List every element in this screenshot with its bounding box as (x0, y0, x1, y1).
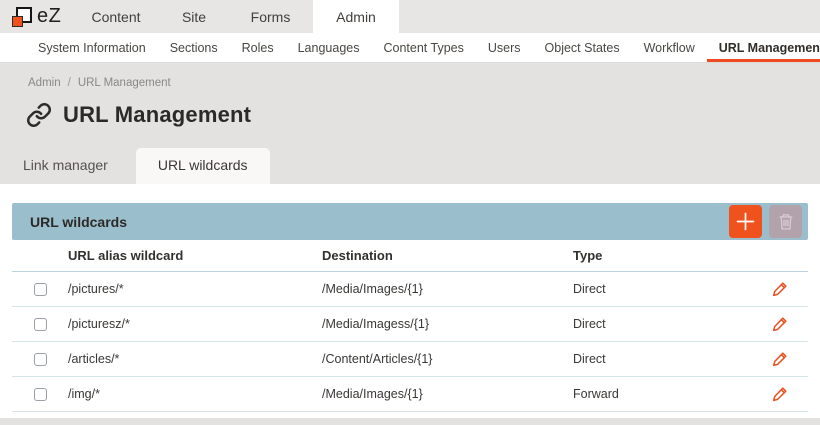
pencil-icon (772, 386, 788, 402)
cell-destination: /Media/Imagess/{1} (322, 317, 573, 331)
cell-wildcard: /picturesz/* (68, 317, 322, 331)
top-nav-site[interactable]: Site (160, 0, 228, 33)
cell-wildcard: /img/* (68, 387, 322, 401)
header-url-alias-wildcard: URL alias wildcard (68, 248, 322, 263)
cell-type: Direct (573, 352, 752, 366)
edit-wildcard-button[interactable] (772, 351, 788, 367)
cell-wildcard: /articles/* (68, 352, 322, 366)
table-header-row: URL alias wildcard Destination Type (12, 240, 808, 272)
top-nav-admin[interactable]: Admin (313, 0, 399, 33)
tab-bar: Link manager URL wildcards (0, 148, 270, 184)
cell-destination: /Media/Images/{1} (322, 282, 573, 296)
trash-icon (778, 213, 794, 230)
row-checkbox[interactable] (34, 353, 47, 366)
table-row: /pictures/* /Media/Images/{1} Direct (12, 272, 808, 307)
cell-wildcard: /pictures/* (68, 282, 322, 296)
admin-nav-users[interactable]: Users (476, 33, 533, 62)
table-row: /img/* /Media/Images/{1} Forward (12, 377, 808, 412)
ez-logo-orange-square (12, 16, 23, 27)
cell-destination: /Media/Images/{1} (322, 387, 573, 401)
delete-wildcard-button[interactable] (769, 205, 802, 238)
edit-wildcard-button[interactable] (772, 316, 788, 332)
page-title-row: URL Management (26, 102, 820, 128)
panel-title: URL wildcards (30, 214, 729, 230)
admin-nav-object-states[interactable]: Object States (533, 33, 632, 62)
table-row: /articles/* /Content/Articles/{1} Direct (12, 342, 808, 377)
link-chain-icon (26, 102, 52, 128)
url-wildcards-panel-header: URL wildcards (12, 203, 808, 240)
row-checkbox[interactable] (34, 283, 47, 296)
breadcrumb: Admin / URL Management (0, 63, 820, 89)
tab-url-wildcards[interactable]: URL wildcards (136, 148, 270, 184)
ez-logo-text: eZ (37, 5, 61, 28)
cell-destination: /Content/Articles/{1} (322, 352, 573, 366)
row-checkbox[interactable] (34, 318, 47, 331)
ez-logo[interactable]: eZ (0, 0, 72, 33)
admin-nav-content-types[interactable]: Content Types (371, 33, 475, 62)
breadcrumb-url-management[interactable]: URL Management (78, 77, 171, 89)
edit-wildcard-button[interactable] (772, 281, 788, 297)
cell-type: Direct (573, 317, 752, 331)
admin-nav-workflow[interactable]: Workflow (632, 33, 707, 62)
admin-nav-roles[interactable]: Roles (230, 33, 286, 62)
header-type: Type (573, 248, 752, 263)
table-row: /picturesz/* /Media/Imagess/{1} Direct (12, 307, 808, 342)
breadcrumb-separator: / (68, 77, 71, 89)
tab-link-manager[interactable]: Link manager (23, 148, 122, 184)
top-nav-content[interactable]: Content (72, 0, 160, 33)
admin-nav-url-management[interactable]: URL Management (707, 33, 820, 62)
admin-nav-languages[interactable]: Languages (286, 33, 372, 62)
edit-wildcard-button[interactable] (772, 386, 788, 402)
cell-type: Direct (573, 282, 752, 296)
admin-nav-sections[interactable]: Sections (158, 33, 230, 62)
pencil-icon (772, 316, 788, 332)
row-checkbox[interactable] (34, 388, 47, 401)
page-header-area: Admin / URL Management URL Management Li… (0, 63, 820, 184)
add-wildcard-button[interactable] (729, 205, 762, 238)
pencil-icon (772, 351, 788, 367)
header-destination: Destination (322, 248, 573, 263)
top-nav-bar: eZ Content Site Forms Admin (0, 0, 820, 33)
url-wildcards-table: URL alias wildcard Destination Type /pic… (12, 240, 808, 412)
page-title: URL Management (63, 102, 251, 128)
top-nav-forms[interactable]: Forms (228, 0, 313, 33)
admin-sub-nav: System Information Sections Roles Langua… (0, 33, 820, 63)
ez-logo-icon (12, 7, 32, 27)
pencil-icon (772, 281, 788, 297)
admin-nav-system-information[interactable]: System Information (26, 33, 158, 62)
breadcrumb-admin[interactable]: Admin (28, 77, 61, 89)
plus-icon (736, 212, 755, 231)
cell-type: Forward (573, 387, 752, 401)
content-area: URL wildcards URL alias wildcard (0, 184, 820, 418)
